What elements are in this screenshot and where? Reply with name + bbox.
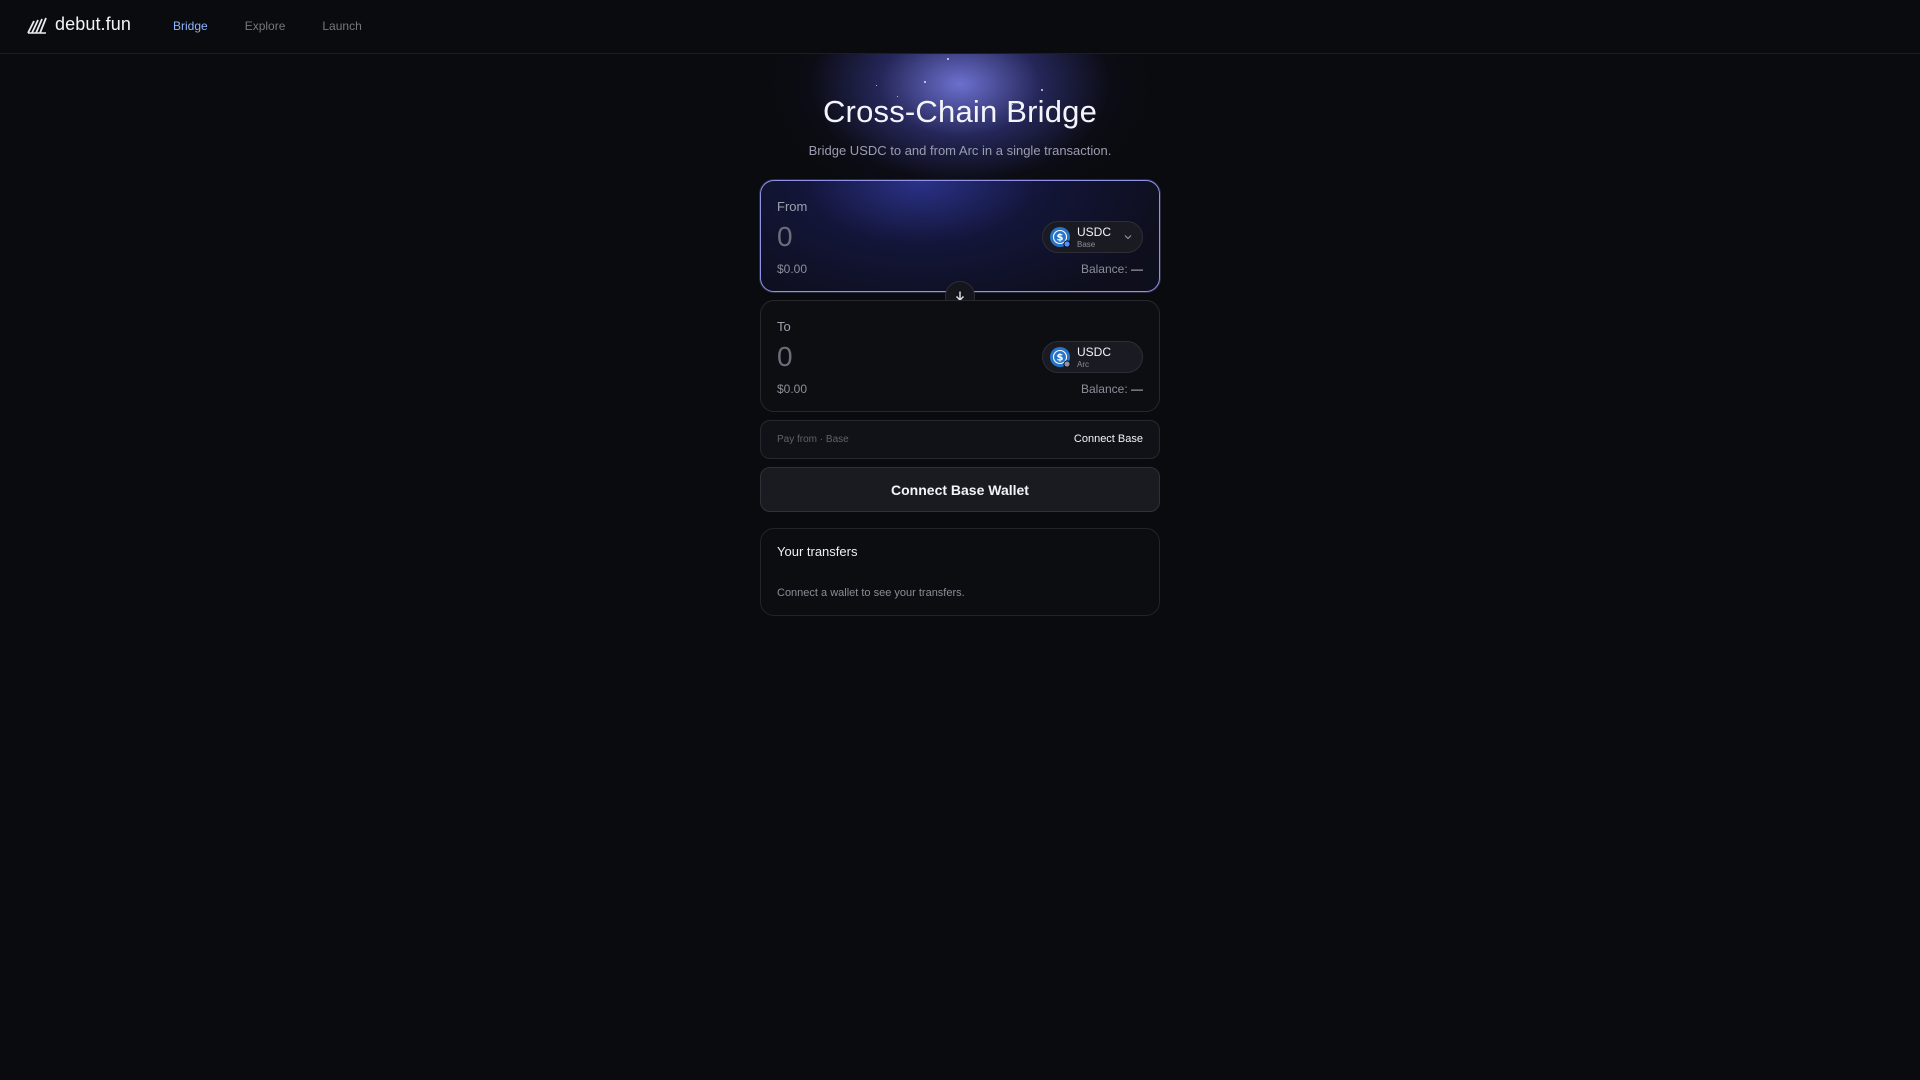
base-chain-icon (1064, 241, 1070, 247)
nav-item-explore[interactable]: Explore (245, 19, 286, 33)
arc-chain-icon (1064, 361, 1070, 367)
star-decoration (947, 58, 949, 60)
to-card: To 0 $0.00 Balance: — $ USDC Arc (760, 300, 1160, 412)
star-decoration (1041, 89, 1043, 91)
pay-from-row: Pay from · Base Connect Base (760, 420, 1160, 459)
chevron-down-icon (1124, 235, 1132, 240)
from-amount-input[interactable]: 0 (777, 221, 793, 253)
svg-text:$: $ (1057, 233, 1064, 244)
to-usd-value: $0.00 (777, 382, 808, 396)
connect-base-link[interactable]: Connect Base (1074, 433, 1143, 445)
star-decoration (876, 85, 877, 86)
top-navigation-bar: debut.fun Bridge Explore Launch (0, 0, 1920, 54)
from-card: From 0 $0.00 Balance: — $ USDC Base (760, 180, 1160, 292)
to-amount-output: 0 (777, 341, 793, 372)
transfers-empty-state: Connect a wallet to see your transfers. (777, 587, 965, 599)
page-title: Cross-Chain Bridge (822, 94, 1098, 129)
to-token-symbol: USDC (1077, 344, 1112, 359)
to-token-text: USDC Arc (1077, 346, 1111, 369)
page-subtitle: Bridge USDC to and from Arc in a single … (808, 143, 1112, 158)
from-token-chain: Base (1077, 239, 1096, 249)
from-balance-label: Balance: (1080, 262, 1128, 276)
brand-logo[interactable]: debut.fun (27, 14, 131, 35)
transfers-title: Your transfers (777, 544, 858, 559)
from-token-selector[interactable]: $ USDC Base (1042, 221, 1143, 253)
from-token-text: USDC Base (1077, 226, 1111, 249)
to-balance-value: — (1131, 382, 1143, 396)
nav-item-launch[interactable]: Launch (322, 19, 361, 33)
to-label: To (777, 319, 791, 334)
from-usd-value: $0.00 (777, 262, 808, 276)
usdc-icon: $ (1049, 226, 1071, 248)
from-token-symbol: USDC (1077, 224, 1112, 239)
brand-name: debut.fun (55, 14, 131, 34)
to-token-selector[interactable]: $ USDC Arc (1042, 341, 1143, 373)
from-balance: Balance: — (1081, 262, 1143, 276)
from-label: From (777, 199, 808, 214)
usdc-icon: $ (1049, 346, 1071, 368)
star-decoration (924, 81, 926, 83)
to-token-chain: Arc (1077, 359, 1089, 369)
pay-from-label: Pay from · Base (777, 434, 849, 445)
to-balance-label: Balance: (1080, 382, 1128, 396)
main-nav: Bridge Explore Launch (173, 19, 399, 33)
debut-logo-icon (27, 17, 47, 34)
connect-base-wallet-button[interactable]: Connect Base Wallet (760, 467, 1160, 512)
transfers-panel: Your transfers Connect a wallet to see y… (760, 528, 1160, 616)
svg-text:$: $ (1057, 353, 1064, 364)
to-balance: Balance: — (1081, 382, 1143, 396)
nav-item-bridge[interactable]: Bridge (173, 19, 208, 33)
from-balance-value: — (1131, 262, 1143, 276)
